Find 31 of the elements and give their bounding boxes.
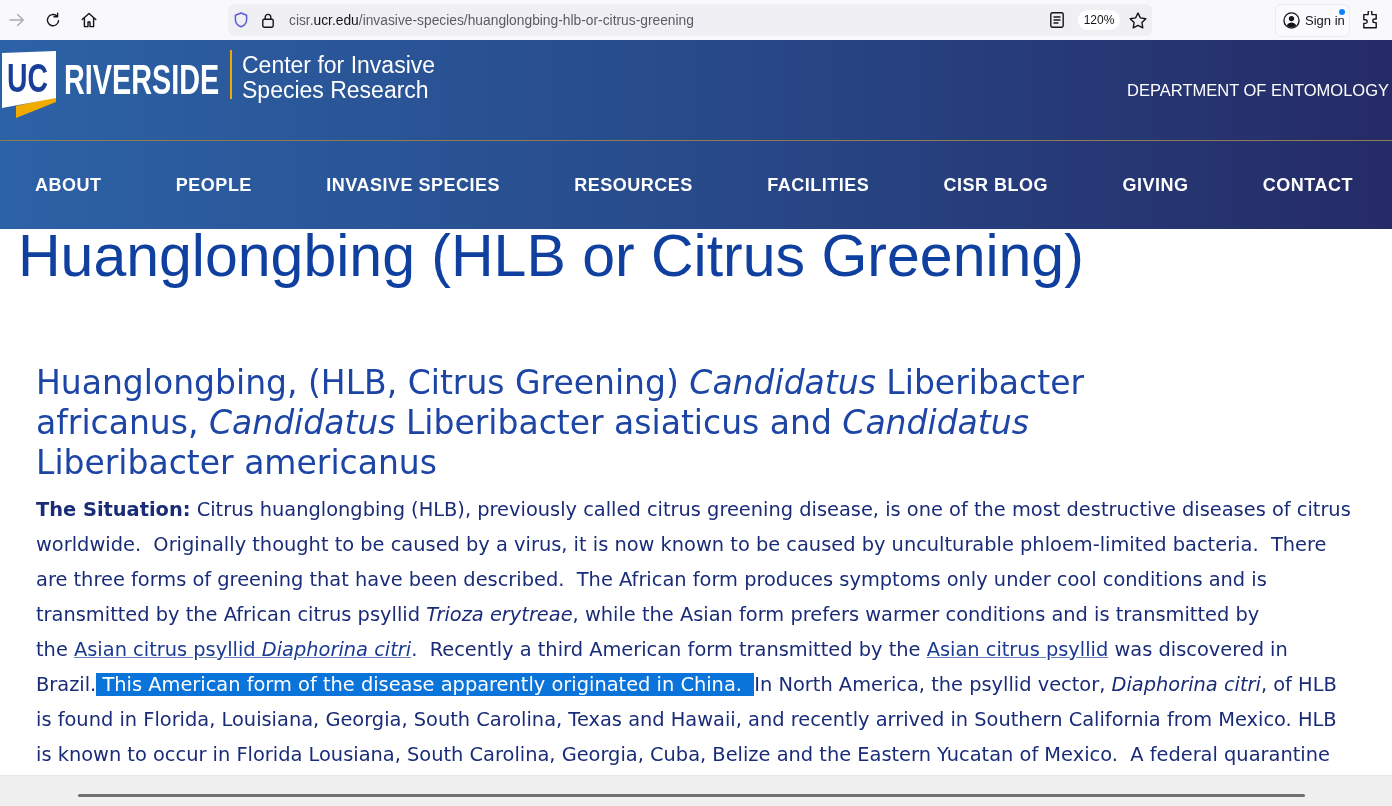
nav-link[interactable]: CONTACT [1262, 174, 1353, 196]
sign-in-button[interactable]: Sign in [1275, 3, 1350, 37]
address-bar[interactable]: cisr.ucr.edu/invasive-species/huanglongbing-hlb-or-citrus-greening 120% [228, 4, 1152, 36]
lock-icon [262, 12, 274, 28]
nav-link[interactable]: CISR BLOG [943, 174, 1049, 196]
selected-text: This American form of the disease apparently originated in China. [96, 673, 755, 696]
forward-arrow-icon [9, 13, 25, 27]
text-link[interactable]: Asian citrus psyllid Diaphorina citri [74, 638, 412, 661]
site-title[interactable]: Center for Invasive Species Research [242, 53, 462, 103]
text-link[interactable]: Asian citrus psyllid [926, 638, 1109, 661]
url-text[interactable]: cisr.ucr.edu/invasive-species/huanglongbing-hlb-or-citrus-greening [289, 12, 694, 28]
shield-icon [234, 12, 248, 28]
nav-link[interactable]: GIVING [1122, 174, 1189, 196]
nav-link[interactable]: PEOPLE [175, 174, 252, 196]
body-paragraph: The Situation: Citrus huanglongbing (HLB), previously called citrus greening disease, is one of the most destructive diseases of citrus worldwide. Originally thought to be caused by a virus, it is now known to be caused by unculturable phloem-limited bacteria. There are three forms of greening that have been described. The African form produces symptoms only under cool conditions and is transmitted by the African citrus psyllid Trioza erytreae, while the Asian form prefers warmer conditions and is transmitted by the Asian citrus psyllid Diaphorina citri. Recently a third American form transmitted by the Asian citrus psyllid was discovered in Brazil. This American form of the disease apparently originated in China. In North America, the psyllid vector, Diaphorina citri, of HLB is found in Florida, Louisiana, Georgia, South Carolina, Texas and Hawaii, and recently arrived in Southern California from Mexico. HLB is known to occur in Florida Lousiana, South Carolina, Georgia, Cuba, Belize and the Eastern Yucatan of Mexico. A federal quarantine [36, 497, 1352, 768]
nav-link[interactable]: FACILITIES [767, 174, 870, 196]
reload-icon [45, 12, 61, 28]
star-icon[interactable] [1129, 11, 1147, 29]
zoom-level-button[interactable]: 120% [1078, 10, 1120, 30]
page-title: Huanglongbing (HLB or Citrus Greening) [18, 223, 1084, 289]
home-icon [81, 12, 97, 28]
puzzle-piece-icon [1361, 11, 1379, 29]
department-link[interactable]: DEPARTMENT OF ENTOMOLOGY [1127, 80, 1389, 100]
nav-link[interactable]: ABOUT [35, 174, 102, 196]
scrollbar-thumb[interactable] [78, 794, 1305, 797]
section-heading: Huanglongbing, (HLB, Citrus Greening) Candidatus Liberibacter africanus, Candidatus Liberibacter asiaticus and Candidatus Liberibacter americanus [36, 363, 1085, 483]
nav-link[interactable]: RESOURCES [574, 174, 693, 196]
reader-view-icon[interactable] [1050, 12, 1064, 28]
account-icon [1283, 11, 1300, 29]
nav-link[interactable]: INVASIVE SPECIES [326, 174, 500, 196]
riverside-wordmark[interactable]: RIVERSIDE [64, 59, 220, 101]
